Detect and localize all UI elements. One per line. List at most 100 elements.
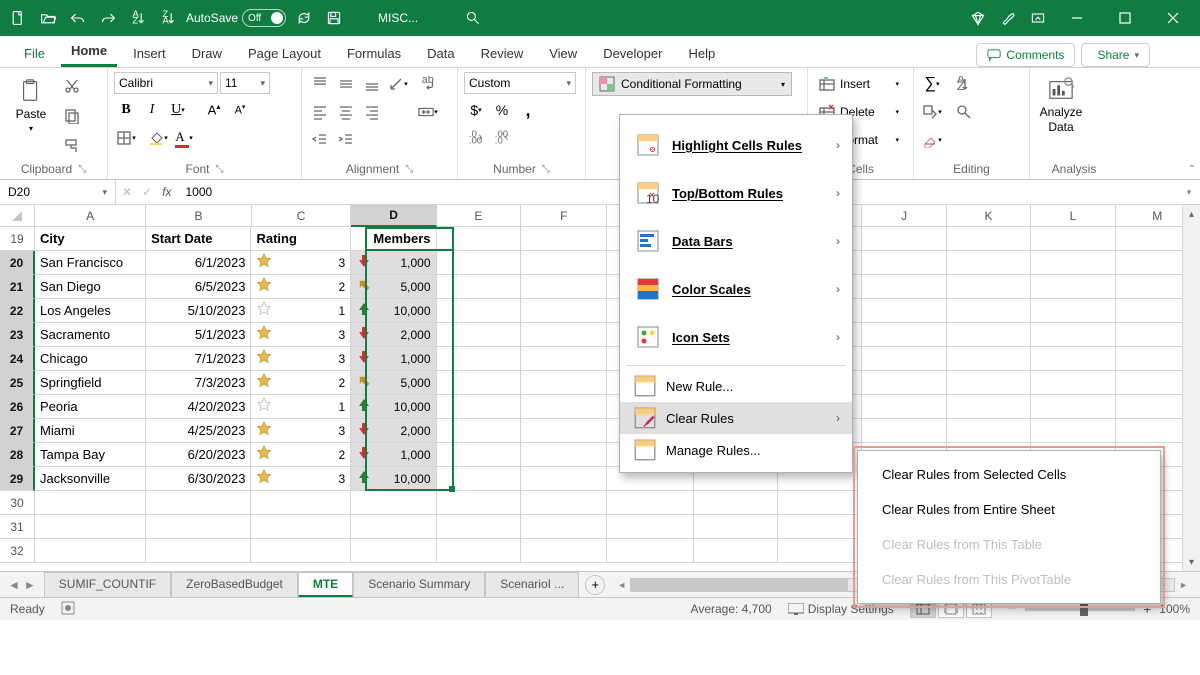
cell-F30[interactable] <box>521 491 607 515</box>
cell-C21[interactable]: 2 <box>251 275 351 299</box>
row-header-30[interactable]: 30 <box>0 491 35 515</box>
cell-L25[interactable] <box>1031 371 1115 395</box>
cell-B20[interactable]: 6/1/2023 <box>146 251 251 275</box>
clipboard-launcher[interactable]: ⤡ <box>78 164 86 175</box>
cell-L23[interactable] <box>1031 323 1115 347</box>
cell-J26[interactable] <box>862 395 946 419</box>
copy-icon[interactable] <box>60 104 84 128</box>
maximize-button[interactable] <box>1102 4 1148 32</box>
cell-K23[interactable] <box>947 323 1031 347</box>
cf-highlight-cells[interactable]: Highlight Cells Rules› <box>620 121 852 169</box>
sort-asc-icon[interactable]: AZ <box>124 4 152 32</box>
collapse-ribbon-icon[interactable]: ⌃ <box>1188 164 1196 175</box>
tab-home[interactable]: Home <box>61 37 117 67</box>
cell-A31[interactable] <box>35 515 146 539</box>
clear-rules-selected[interactable]: Clear Rules from Selected Cells <box>858 457 1160 492</box>
cf-data-bars[interactable]: Data Bars› <box>620 217 852 265</box>
orientation-icon[interactable]: ▾ <box>386 72 410 96</box>
cell-B25[interactable]: 7/3/2023 <box>146 371 251 395</box>
cell-B23[interactable]: 5/1/2023 <box>146 323 251 347</box>
accept-formula-icon[interactable]: ✓ <box>142 185 152 199</box>
row-header-19[interactable]: 19 <box>0 227 35 251</box>
number-launcher[interactable]: ⤡ <box>542 164 550 175</box>
tab-file[interactable]: File <box>14 40 55 67</box>
sheet-prev-icon[interactable]: ◄ <box>8 578 20 592</box>
display-settings-button[interactable]: Display Settings <box>788 602 894 616</box>
shrink-font-button[interactable]: A▾ <box>228 98 252 122</box>
sheet-tab-0[interactable]: SUMIF_COUNTIF <box>44 572 171 597</box>
grow-font-button[interactable]: A▴ <box>202 98 226 122</box>
currency-icon[interactable]: $▾ <box>464 98 488 122</box>
cell-A27[interactable]: Miami <box>35 419 146 443</box>
cancel-formula-icon[interactable]: ✕ <box>122 185 132 199</box>
cell-K27[interactable] <box>947 419 1031 443</box>
tab-formulas[interactable]: Formulas <box>337 40 411 67</box>
column-header-K[interactable]: K <box>947 205 1031 227</box>
cell-L20[interactable] <box>1031 251 1115 275</box>
cell-C32[interactable] <box>251 539 351 563</box>
cell-B19[interactable]: Start Date <box>146 227 251 251</box>
cell-E25[interactable] <box>437 371 521 395</box>
column-header-L[interactable]: L <box>1031 205 1115 227</box>
sheet-next-icon[interactable]: ► <box>24 578 36 592</box>
cell-A19[interactable]: City <box>35 227 146 251</box>
tab-review[interactable]: Review <box>471 40 534 67</box>
italic-button[interactable]: I <box>140 98 164 122</box>
cell-B22[interactable]: 5/10/2023 <box>146 299 251 323</box>
cell-F25[interactable] <box>521 371 607 395</box>
cell-E31[interactable] <box>437 515 521 539</box>
brush-icon[interactable] <box>994 4 1022 32</box>
align-right-icon[interactable] <box>360 100 384 124</box>
autosum-icon[interactable]: ∑▾ <box>920 72 944 96</box>
cell-E26[interactable] <box>437 395 521 419</box>
cell-L22[interactable] <box>1031 299 1115 323</box>
sheet-tab-4[interactable]: ScenarioI ... <box>485 572 579 597</box>
cell-B27[interactable]: 4/25/2023 <box>146 419 251 443</box>
redo-icon[interactable] <box>94 4 122 32</box>
cell-I30[interactable] <box>778 491 862 515</box>
cell-E20[interactable] <box>437 251 521 275</box>
cell-C27[interactable]: 3 <box>251 419 351 443</box>
cell-L24[interactable] <box>1031 347 1115 371</box>
add-sheet-button[interactable]: + <box>585 575 605 595</box>
cell-J21[interactable] <box>862 275 946 299</box>
cell-L21[interactable] <box>1031 275 1115 299</box>
cell-H31[interactable] <box>694 515 778 539</box>
row-header-28[interactable]: 28 <box>0 443 35 467</box>
cell-F29[interactable] <box>521 467 607 491</box>
cell-J19[interactable] <box>862 227 946 251</box>
cell-D23[interactable]: 2,000 <box>351 323 436 347</box>
cell-F26[interactable] <box>521 395 607 419</box>
comments-button[interactable]: Comments <box>976 43 1075 67</box>
minimize-button[interactable] <box>1054 4 1100 32</box>
diamond-icon[interactable] <box>964 4 992 32</box>
cell-A29[interactable]: Jacksonville <box>35 467 146 491</box>
paste-button[interactable]: Paste ▾ <box>6 70 56 140</box>
cell-C20[interactable]: 3 <box>251 251 351 275</box>
cell-A25[interactable]: Springfield <box>35 371 146 395</box>
align-bottom-icon[interactable] <box>360 72 384 96</box>
cell-A22[interactable]: Los Angeles <box>35 299 146 323</box>
cell-C26[interactable]: 1 <box>251 395 351 419</box>
cell-B26[interactable]: 4/20/2023 <box>146 395 251 419</box>
macro-record-icon[interactable] <box>61 601 75 618</box>
cell-C19[interactable]: Rating <box>251 227 351 251</box>
cell-C31[interactable] <box>251 515 351 539</box>
cell-J24[interactable] <box>862 347 946 371</box>
cell-E30[interactable] <box>437 491 521 515</box>
format-painter-icon[interactable] <box>60 134 84 158</box>
row-header-31[interactable]: 31 <box>0 515 35 539</box>
cell-D28[interactable]: 1,000 <box>351 443 436 467</box>
cell-G31[interactable] <box>607 515 693 539</box>
account-icon[interactable] <box>1156 39 1186 67</box>
cell-F21[interactable] <box>521 275 607 299</box>
number-format-combo[interactable]: Custom▾ <box>464 72 576 94</box>
find-select-icon[interactable] <box>952 100 976 124</box>
sheet-tab-2[interactable]: MTE <box>298 572 353 597</box>
row-header-22[interactable]: 22 <box>0 299 35 323</box>
cf-color-scales[interactable]: Color Scales› <box>620 265 852 313</box>
sort-filter-icon[interactable]: AZ <box>952 72 976 96</box>
cell-E24[interactable] <box>437 347 521 371</box>
clear-icon[interactable]: ▾ <box>920 128 944 152</box>
undo-icon[interactable] <box>64 4 92 32</box>
